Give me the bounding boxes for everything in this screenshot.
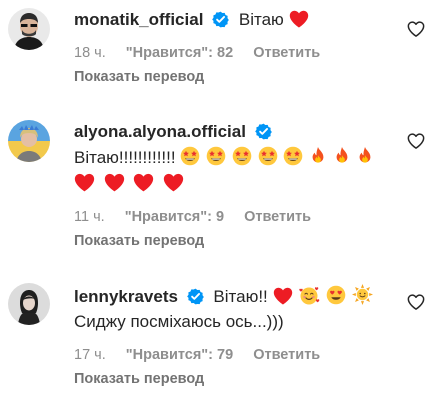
avatar[interactable] bbox=[8, 120, 50, 162]
verified-badge-icon bbox=[187, 288, 204, 305]
fire-emoji-icon bbox=[333, 146, 351, 166]
heart-emoji-icon bbox=[74, 173, 95, 192]
heart-emoji-icon bbox=[273, 287, 293, 305]
comment-meta: 11 ч. "Нравится": 9 Ответить bbox=[74, 209, 327, 225]
heart-emoji-icon bbox=[163, 173, 184, 192]
heart-eyes-emoji-icon bbox=[326, 285, 346, 305]
woman-bw-avatar-icon bbox=[8, 283, 50, 325]
star-eyes-emoji-icon bbox=[283, 146, 303, 166]
heart-emoji-icon bbox=[133, 173, 154, 192]
verified-badge-icon bbox=[212, 11, 229, 28]
fire-emoji-icon bbox=[309, 146, 327, 166]
show-translation-button[interactable]: Показать перевод bbox=[74, 69, 204, 85]
comment-username[interactable]: lennykravets bbox=[74, 287, 178, 306]
woman-blue-yellow-avatar-icon bbox=[8, 120, 50, 162]
star-eyes-emoji-icon bbox=[232, 146, 252, 166]
comment-likes-count[interactable]: "Нравится": 82 bbox=[126, 45, 233, 61]
heart-emoji-icon bbox=[289, 10, 309, 28]
verified-badge-icon bbox=[255, 123, 272, 140]
heart-outline-icon[interactable] bbox=[407, 293, 425, 311]
comment-time[interactable]: 11 ч. bbox=[74, 209, 105, 225]
heart-outline-icon[interactable] bbox=[407, 20, 425, 38]
comment-text: Вітаю bbox=[238, 10, 284, 29]
star-eyes-emoji-icon bbox=[258, 146, 278, 166]
comment-text: Вітаю!! bbox=[213, 287, 268, 306]
man-sunglasses-avatar-icon bbox=[8, 8, 50, 50]
fire-emoji-icon bbox=[356, 146, 374, 166]
show-translation-button[interactable]: Показать перевод bbox=[74, 371, 204, 387]
comment-username[interactable]: alyona.alyona.official bbox=[74, 122, 246, 141]
comment-item: monatik_official Вітаю 18 ч. "Нравится":… bbox=[0, 0, 437, 100]
comment-item: alyona.alyona.official Вітаю!!!!!!!!!!!!… bbox=[0, 112, 437, 262]
heart-outline-icon[interactable] bbox=[407, 132, 425, 150]
comment-text-line2: Сиджу посміхаюсь ось...))) bbox=[74, 312, 284, 331]
star-eyes-emoji-icon bbox=[180, 146, 200, 166]
comment-time[interactable]: 17 ч. bbox=[74, 347, 106, 363]
reply-button[interactable]: Ответить bbox=[253, 45, 320, 61]
comment-meta: 18 ч. "Нравится": 82 Ответить bbox=[74, 45, 336, 61]
comment-likes-count[interactable]: "Нравится": 79 bbox=[126, 347, 233, 363]
sun-face-emoji-icon bbox=[352, 284, 373, 305]
comment-time[interactable]: 18 ч. bbox=[74, 45, 106, 61]
comment-item: lennykravets Вітаю!! Сиджу посміхаюсь ос… bbox=[0, 276, 437, 405]
comment-meta: 17 ч. "Нравится": 79 Ответить bbox=[74, 347, 336, 363]
comment-username[interactable]: monatik_official bbox=[74, 10, 203, 29]
reply-button[interactable]: Ответить bbox=[244, 209, 311, 225]
reply-button[interactable]: Ответить bbox=[253, 347, 320, 363]
avatar[interactable] bbox=[8, 8, 50, 50]
comment-text: Вітаю!!!!!!!!!!!! bbox=[74, 148, 176, 167]
comment-likes-count[interactable]: "Нравится": 9 bbox=[125, 209, 224, 225]
heart-emoji-icon bbox=[104, 173, 125, 192]
star-eyes-emoji-icon bbox=[206, 146, 226, 166]
avatar[interactable] bbox=[8, 283, 50, 325]
show-translation-button[interactable]: Показать перевод bbox=[74, 233, 204, 249]
smiling-face-with-hearts-emoji-icon bbox=[298, 285, 320, 305]
